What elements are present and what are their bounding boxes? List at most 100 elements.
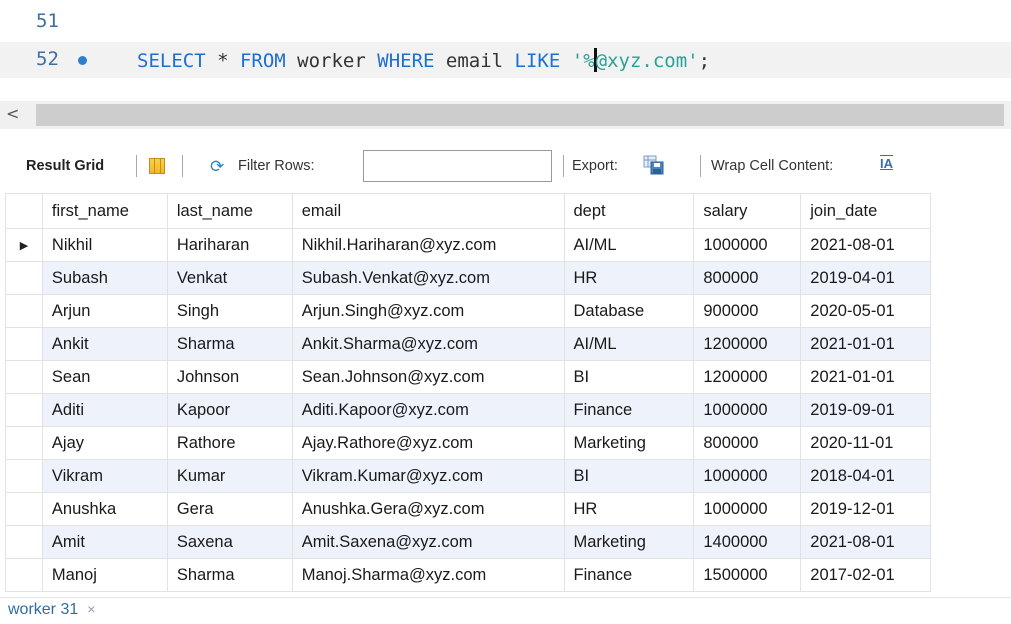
sql-query[interactable]: SELECT * FROM worker WHERE email LIKE '%… [137,48,710,72]
wrap-text-icon[interactable]: IA [880,156,893,171]
table-cell-first-name[interactable]: Nikhil [41,228,168,262]
table-cell-join-date[interactable]: 2021-01-01 [800,360,932,394]
table-cell-last-name[interactable]: Hariharan [166,228,293,262]
table-row[interactable]: Vikram Kumar Vikram.Kumar@xyz.com BI 1000000… [5,459,1011,493]
column-header[interactable]: email [291,193,565,229]
table-cell-salary[interactable]: 800000 [693,426,802,460]
table-cell-salary[interactable]: 1000000 [693,228,802,262]
editor-line-current[interactable]: 52 SELECT * FROM worker WHERE email LIKE… [0,42,1011,78]
table-cell-dept[interactable]: HR [563,261,695,295]
table-cell-salary[interactable]: 1400000 [693,525,802,559]
table-cell-dept[interactable]: Finance [563,558,695,592]
row-header[interactable] [5,558,43,592]
table-cell-salary[interactable]: 1000000 [693,459,802,493]
table-cell-last-name[interactable]: Kumar [166,459,293,493]
row-header[interactable] [5,327,43,361]
table-cell-salary[interactable]: 900000 [693,294,802,328]
editor-line[interactable]: 51 [0,4,1011,40]
horizontal-scrollbar[interactable]: < [0,101,1011,129]
column-header[interactable]: first_name [41,193,168,229]
column-header[interactable]: join_date [800,193,932,229]
result-grid-tab[interactable]: Result Grid [26,146,104,186]
table-cell-first-name[interactable]: Ankit [41,327,168,361]
table-cell-dept[interactable]: Marketing [563,426,695,460]
row-header[interactable] [5,294,43,328]
table-cell-first-name[interactable]: Arjun [41,294,168,328]
table-cell-salary[interactable]: 1000000 [693,492,802,526]
table-cell-last-name[interactable]: Johnson [166,360,293,394]
row-header[interactable] [5,525,43,559]
result-tab[interactable]: worker 31 × [8,601,95,619]
table-cell-join-date[interactable]: 2018-04-01 [800,459,932,493]
table-cell-join-date[interactable]: 2019-09-01 [800,393,932,427]
close-icon[interactable]: × [87,601,95,617]
column-header[interactable]: last_name [166,193,293,229]
table-cell-first-name[interactable]: Subash [41,261,168,295]
sql-editor[interactable]: 51 52 SELECT * FROM worker WHERE email L… [0,0,1011,96]
export-save-icon[interactable] [643,155,665,175]
table-cell-last-name[interactable]: Saxena [166,525,293,559]
row-header[interactable] [5,459,43,493]
table-cell-join-date[interactable]: 2019-12-01 [800,492,932,526]
table-cell-join-date[interactable]: 2021-08-01 [800,525,932,559]
table-cell-first-name[interactable]: Amit [41,525,168,559]
table-cell-join-date[interactable]: 2020-05-01 [800,294,932,328]
row-header[interactable] [5,393,43,427]
table-cell-first-name[interactable]: Sean [41,360,168,394]
table-cell-salary[interactable]: 800000 [693,261,802,295]
table-row[interactable]: Subash Venkat Subash.Venkat@xyz.com HR 80000… [5,261,1011,295]
table-cell-last-name[interactable]: Singh [166,294,293,328]
table-cell-salary[interactable]: 1200000 [693,327,802,361]
table-row[interactable]: Manoj Sharma Manoj.Sharma@xyz.com Finance 15… [5,558,1011,592]
selected-row-marker-icon[interactable]: ▶ [5,228,43,262]
row-header[interactable] [5,261,43,295]
table-cell-join-date[interactable]: 2021-01-01 [800,327,932,361]
table-row[interactable]: Sean Johnson Sean.Johnson@xyz.com BI 1200000… [5,360,1011,394]
scrollbar-thumb[interactable] [36,104,1004,126]
table-cell-last-name[interactable]: Sharma [166,327,293,361]
table-row[interactable]: Anushka Gera Anushka.Gera@xyz.com HR 1000000… [5,492,1011,526]
table-cell-email[interactable]: Manoj.Sharma@xyz.com [291,558,565,592]
table-cell-join-date[interactable]: 2021-08-01 [800,228,932,262]
scroll-left-arrow-icon[interactable]: < [6,104,26,123]
table-row[interactable]: Amit Saxena Amit.Saxena@xyz.com Marketing 14… [5,525,1011,559]
table-row[interactable]: Ajay Rathore Ajay.Rathore@xyz.com Marketing… [5,426,1011,460]
grid-view-icon[interactable] [149,158,165,174]
filter-refresh-icon[interactable]: ⟳ [210,157,224,177]
table-cell-salary[interactable]: 1200000 [693,360,802,394]
table-cell-first-name[interactable]: Aditi [41,393,168,427]
table-cell-email[interactable]: Ajay.Rathore@xyz.com [291,426,565,460]
table-cell-dept[interactable]: Finance [563,393,695,427]
table-row[interactable]: Arjun Singh Arjun.Singh@xyz.com Database 900… [5,294,1011,328]
table-cell-email[interactable]: Arjun.Singh@xyz.com [291,294,565,328]
table-cell-last-name[interactable]: Rathore [166,426,293,460]
table-cell-join-date[interactable]: 2017-02-01 [800,558,932,592]
table-cell-email[interactable]: Amit.Saxena@xyz.com [291,525,565,559]
breakpoint-dot-icon[interactable] [78,56,87,65]
table-row[interactable]: Aditi Kapoor Aditi.Kapoor@xyz.com Finance 10… [5,393,1011,427]
row-header[interactable] [5,360,43,394]
table-cell-first-name[interactable]: Vikram [41,459,168,493]
table-cell-email[interactable]: Subash.Venkat@xyz.com [291,261,565,295]
table-cell-salary[interactable]: 1500000 [693,558,802,592]
column-header[interactable]: dept [563,193,695,229]
table-cell-join-date[interactable]: 2019-04-01 [800,261,932,295]
table-cell-last-name[interactable]: Venkat [166,261,293,295]
table-cell-email[interactable]: Anushka.Gera@xyz.com [291,492,565,526]
column-header[interactable]: salary [693,193,802,229]
table-cell-first-name[interactable]: Manoj [41,558,168,592]
table-cell-join-date[interactable]: 2020-11-01 [800,426,932,460]
table-cell-dept[interactable]: BI [563,459,695,493]
table-cell-dept[interactable]: Marketing [563,525,695,559]
table-cell-dept[interactable]: HR [563,492,695,526]
table-cell-salary[interactable]: 1000000 [693,393,802,427]
table-cell-last-name[interactable]: Sharma [166,558,293,592]
table-cell-email[interactable]: Sean.Johnson@xyz.com [291,360,565,394]
table-cell-dept[interactable]: Database [563,294,695,328]
table-cell-dept[interactable]: AI/ML [563,228,695,262]
table-row[interactable]: Ankit Sharma Ankit.Sharma@xyz.com AI/ML 1200… [5,327,1011,361]
row-header[interactable] [5,426,43,460]
filter-rows-input[interactable] [363,150,552,182]
table-cell-last-name[interactable]: Gera [166,492,293,526]
table-cell-first-name[interactable]: Ajay [41,426,168,460]
